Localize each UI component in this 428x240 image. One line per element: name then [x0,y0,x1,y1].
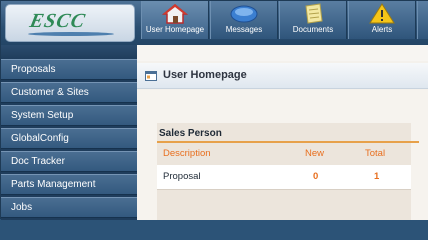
nav-item-label: User Homepage [145,25,205,34]
panel-title: Sales Person [159,128,222,139]
nav-item-label: Alerts [371,25,393,34]
sidebar-header [1,45,137,59]
nav-alerts-button[interactable]: Alerts [348,1,416,39]
main-content: User Homepage Sales Person Description N… [137,45,428,220]
house-icon [162,4,188,24]
column-header-new: New [305,148,325,159]
nav-more-button[interactable] [417,1,428,39]
table-row[interactable]: Proposal 0 1 [157,165,411,189]
sidebar-item-system-setup[interactable]: System Setup [1,105,137,126]
sales-person-panel: Sales Person Description New Total Propo… [157,123,419,220]
top-header: ESCC User Homepage Messages Documents Al… [1,1,428,45]
sidebar-item-customer-sites[interactable]: Customer & Sites [1,82,137,103]
panel-divider [157,141,419,143]
row-total-count[interactable]: 1 [374,171,379,182]
logo: ESCC [5,4,135,42]
main-top-strip [137,45,428,61]
page-title: User Homepage [163,69,247,81]
messages-icon [230,5,258,23]
alert-icon [369,3,395,24]
nav-item-label: Documents [292,25,334,34]
row-divider [157,189,411,190]
document-icon [305,3,323,24]
logo-swoosh [28,32,114,36]
nav-documents-button[interactable]: Documents [279,1,347,39]
row-description: Proposal [163,171,201,182]
sidebar-item-parts-management[interactable]: Parts Management [1,174,137,195]
page-title-bar: User Homepage [137,63,428,89]
sidebar-item-jobs[interactable]: Jobs [1,197,137,218]
window-icon [145,71,157,81]
app-window: ESCC User Homepage Messages Documents Al… [0,0,428,220]
sidebar-item-doc-tracker[interactable]: Doc Tracker [1,151,137,172]
row-new-count[interactable]: 0 [313,171,318,182]
nav-messages-button[interactable]: Messages [210,1,278,39]
column-header-total: Total [365,148,386,159]
content-area: Sales Person Description New Total Propo… [137,90,428,220]
sidebar-item-globalconfig[interactable]: GlobalConfig [1,128,137,149]
sidebar: Proposals Customer & Sites System Setup … [1,45,137,220]
nav-item-label: Messages [225,25,263,34]
nav-user-homepage-button[interactable]: User Homepage [141,1,209,39]
sidebar-item-proposals[interactable]: Proposals [1,59,137,80]
logo-text: ESCC [27,10,88,32]
column-header-description: Description [163,148,211,159]
